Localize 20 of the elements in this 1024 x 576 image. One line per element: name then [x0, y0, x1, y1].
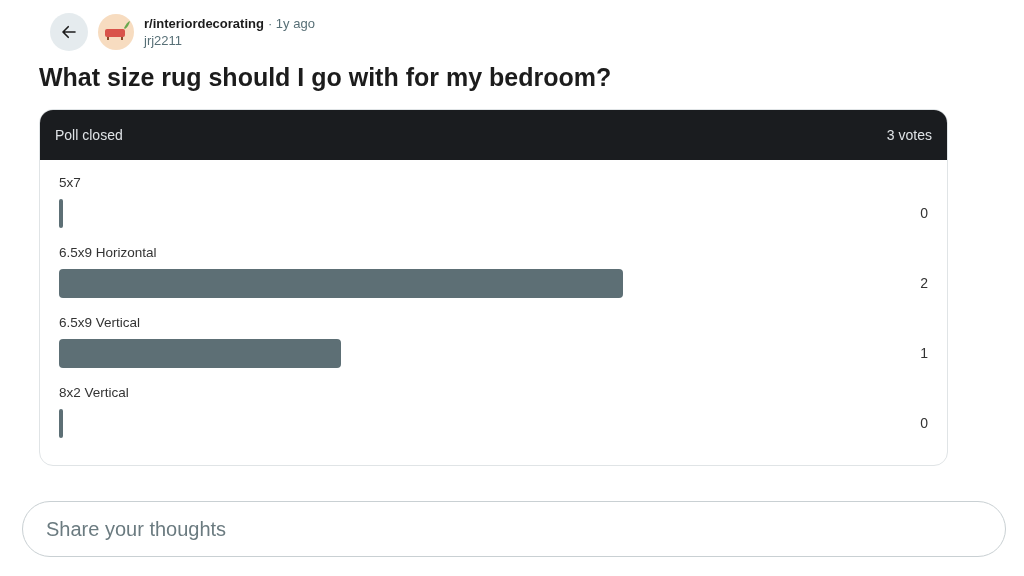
- poll-status: Poll closed: [55, 125, 123, 145]
- option-vote-count: 0: [920, 204, 928, 223]
- poll-result-bar: [59, 199, 63, 228]
- community-name[interactable]: r/interiordecorating: [144, 15, 264, 32]
- poll-result-bar: [59, 409, 63, 438]
- option-vote-count: 0: [920, 414, 928, 433]
- back-button[interactable]: [50, 13, 88, 51]
- post-title: What size rug should I go with for my bedroom?: [39, 62, 613, 93]
- post-age: · 1y ago: [267, 15, 315, 32]
- poll-option-label: 8x2 Vertical: [59, 384, 130, 402]
- poll-option-label: 6.5x9 Vertical: [59, 314, 142, 332]
- poll-option-label: 6.5x9 Horizontal: [59, 244, 158, 262]
- poll-option-label: 5x7: [59, 174, 82, 192]
- vote-count: 3 votes: [886, 125, 932, 145]
- option-vote-count: 2: [920, 274, 928, 293]
- author-name[interactable]: jrj2211: [144, 32, 315, 49]
- comment-field[interactable]: Share your thoughts: [22, 501, 1006, 557]
- back-arrow-icon: [60, 23, 78, 41]
- option-vote-count: 1: [920, 344, 928, 363]
- community-avatar-icon: [98, 14, 134, 50]
